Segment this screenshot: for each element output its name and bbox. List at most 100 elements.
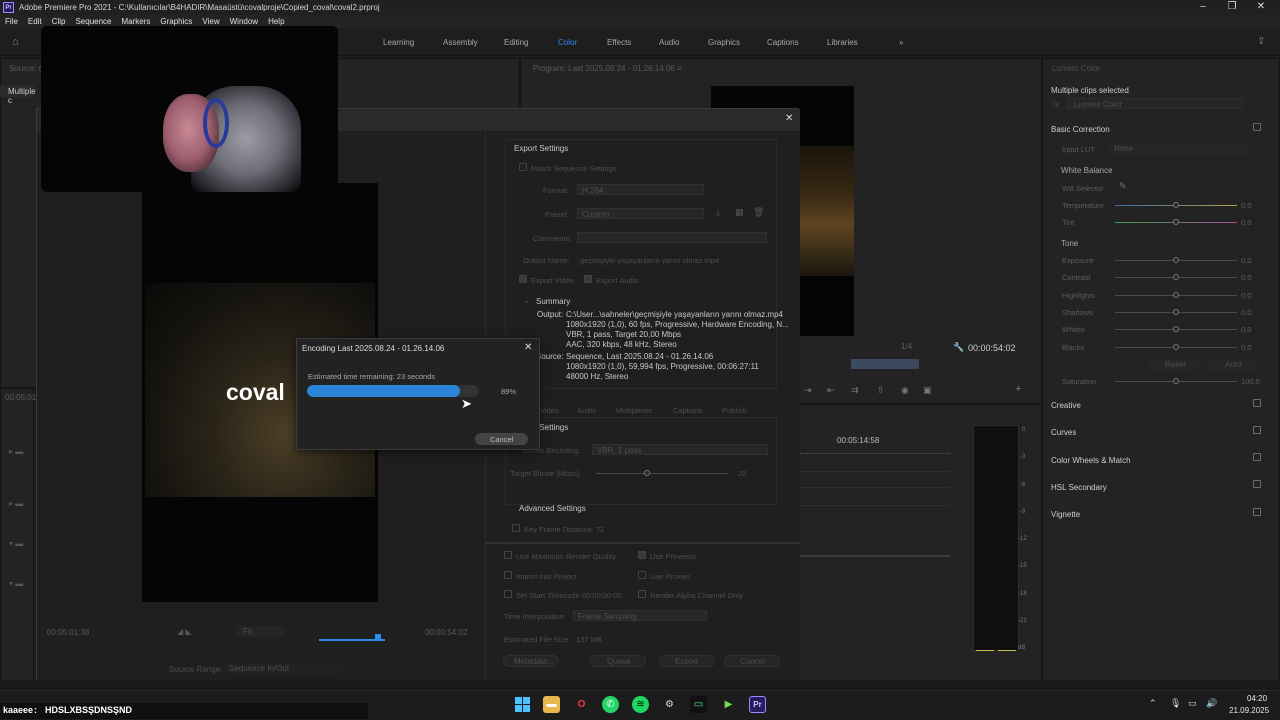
contrast-slider[interactable]: [1115, 274, 1237, 280]
preset-dropdown[interactable]: Custom: [577, 208, 704, 219]
vignette-header[interactable]: Vignette: [1051, 510, 1080, 519]
maximize-button[interactable]: ❐: [1222, 0, 1242, 14]
tint-value[interactable]: 0,0: [1241, 218, 1251, 227]
fit-dropdown[interactable]: Fit: [237, 626, 285, 637]
input-lut-dropdown[interactable]: None: [1109, 143, 1249, 154]
exposure-slider[interactable]: [1115, 257, 1237, 263]
step-forward-icon[interactable]: ⇥: [804, 385, 812, 396]
summary-chevron-icon[interactable]: ⌄: [523, 296, 530, 305]
more-workspaces-icon[interactable]: »: [899, 38, 903, 47]
render-alpha-checkbox[interactable]: [638, 590, 646, 598]
terminal-icon[interactable]: ▭: [690, 696, 707, 713]
export-settings-header[interactable]: Export Settings: [514, 144, 568, 153]
tab-publish[interactable]: Publish: [722, 406, 747, 415]
creative-checkbox[interactable]: [1253, 399, 1261, 407]
folder-icon[interactable]: ▸ ▬: [9, 447, 23, 456]
menu-view[interactable]: View: [197, 17, 224, 26]
comments-field[interactable]: [577, 232, 767, 243]
highlights-value[interactable]: 0,0: [1241, 291, 1251, 300]
clock-date[interactable]: 21.09.2025: [1229, 706, 1269, 715]
menu-window[interactable]: Window: [225, 17, 263, 26]
menu-graphics[interactable]: Graphics: [155, 17, 197, 26]
auto-button[interactable]: Auto: [1207, 359, 1257, 370]
whites-value[interactable]: 0,0: [1241, 325, 1251, 334]
use-proxies-checkbox[interactable]: [638, 571, 646, 579]
program-scrubber[interactable]: [851, 359, 919, 369]
tab-video[interactable]: Video: [540, 406, 559, 415]
saturation-knob[interactable]: [1173, 378, 1179, 384]
mark-in-icon[interactable]: ◢ ◣: [177, 627, 192, 636]
key-frame-value[interactable]: 72: [596, 525, 604, 534]
exposure-knob[interactable]: [1173, 257, 1179, 263]
media-player-icon[interactable]: ▶: [720, 696, 737, 713]
max-render-checkbox[interactable]: [504, 551, 512, 559]
contrast-knob[interactable]: [1173, 274, 1179, 280]
curves-checkbox[interactable]: [1253, 426, 1261, 434]
white-balance-header[interactable]: White Balance: [1061, 166, 1113, 175]
blacks-knob[interactable]: [1173, 344, 1179, 350]
menu-help[interactable]: Help: [263, 17, 289, 26]
tab-graphics[interactable]: Graphics: [708, 38, 740, 47]
basic-correction-header[interactable]: Basic Correction: [1051, 125, 1110, 134]
target-bitrate-slider[interactable]: [596, 470, 728, 476]
shadows-slider[interactable]: [1115, 309, 1237, 315]
folder-icon-4[interactable]: ▾ ▬: [9, 579, 23, 588]
temperature-knob[interactable]: [1173, 202, 1179, 208]
left-panel-header[interactable]: Multiple c: [8, 87, 36, 105]
hsl-secondary-checkbox[interactable]: [1253, 480, 1261, 488]
eyedropper-icon[interactable]: ✎: [1119, 181, 1127, 192]
import-project-checkbox[interactable]: [504, 571, 512, 579]
wrench-icon[interactable]: 🔧: [953, 342, 964, 353]
temperature-slider[interactable]: [1115, 202, 1237, 208]
menu-sequence[interactable]: Sequence: [70, 17, 116, 26]
lift-icon[interactable]: ⇧: [877, 385, 885, 396]
tab-color[interactable]: Color: [558, 38, 577, 47]
add-button-icon[interactable]: +: [1015, 383, 1021, 395]
tab-assembly[interactable]: Assembly: [443, 38, 478, 47]
temperature-value[interactable]: 0,0: [1241, 201, 1251, 210]
export-cancel-button[interactable]: Cancel: [724, 655, 780, 667]
tone-header[interactable]: Tone: [1061, 239, 1078, 248]
tab-effects[interactable]: Effects: [607, 38, 631, 47]
tray-chevron-icon[interactable]: ⌃: [1149, 698, 1157, 709]
tab-editing[interactable]: Editing: [504, 38, 528, 47]
program-zoom[interactable]: 1/4: [901, 342, 912, 351]
encoding-close-button[interactable]: ✕: [524, 342, 532, 353]
match-sequence-checkbox[interactable]: [519, 163, 527, 171]
queue-button[interactable]: Queue: [590, 655, 646, 667]
tab-audio[interactable]: Audio: [659, 38, 679, 47]
volume-icon[interactable]: 🔊: [1206, 698, 1217, 709]
shadows-knob[interactable]: [1173, 309, 1179, 315]
premiere-taskbar-icon[interactable]: Pr: [749, 696, 766, 713]
start-timecode-checkbox[interactable]: [504, 590, 512, 598]
delete-preset-icon[interactable]: 🗑: [753, 207, 764, 218]
minimize-button[interactable]: –: [1193, 0, 1213, 14]
export-button[interactable]: Export: [659, 655, 715, 667]
menu-file[interactable]: File: [0, 17, 23, 26]
hsl-secondary-header[interactable]: HSL Secondary: [1051, 483, 1107, 492]
saturation-value[interactable]: 100,0: [1241, 377, 1260, 386]
save-preset-icon[interactable]: ⤓: [716, 207, 720, 218]
menu-edit[interactable]: Edit: [23, 17, 47, 26]
export-video-checkbox[interactable]: [519, 275, 527, 283]
tab-learning[interactable]: Learning: [383, 38, 414, 47]
reset-button[interactable]: Reset: [1149, 359, 1199, 370]
advanced-settings-header[interactable]: Advanced Settings: [519, 504, 586, 513]
close-window-button[interactable]: ✕: [1251, 0, 1271, 14]
blacks-value[interactable]: 0,0: [1241, 343, 1251, 352]
highlights-slider[interactable]: [1115, 292, 1237, 298]
steam-icon[interactable]: ⚙: [661, 696, 678, 713]
creative-header[interactable]: Creative: [1051, 401, 1081, 410]
tab-audio[interactable]: Audio: [577, 406, 596, 415]
start-timecode-value[interactable]: 00:00:00:00: [582, 591, 622, 600]
insert-icon[interactable]: ⇤: [827, 385, 835, 396]
curves-header[interactable]: Curves: [1051, 428, 1076, 437]
export-playhead[interactable]: [375, 634, 381, 641]
windows-start-icon[interactable]: [514, 696, 531, 713]
summary-header[interactable]: Summary: [536, 297, 570, 306]
use-previews-checkbox[interactable]: [638, 551, 646, 559]
source-range-dropdown[interactable]: Sequence In/Out: [225, 663, 343, 674]
export-dialog-close-button[interactable]: ✕: [785, 113, 793, 124]
color-wheels-checkbox[interactable]: [1253, 453, 1261, 461]
metadata-button[interactable]: Metadata...: [503, 655, 559, 667]
